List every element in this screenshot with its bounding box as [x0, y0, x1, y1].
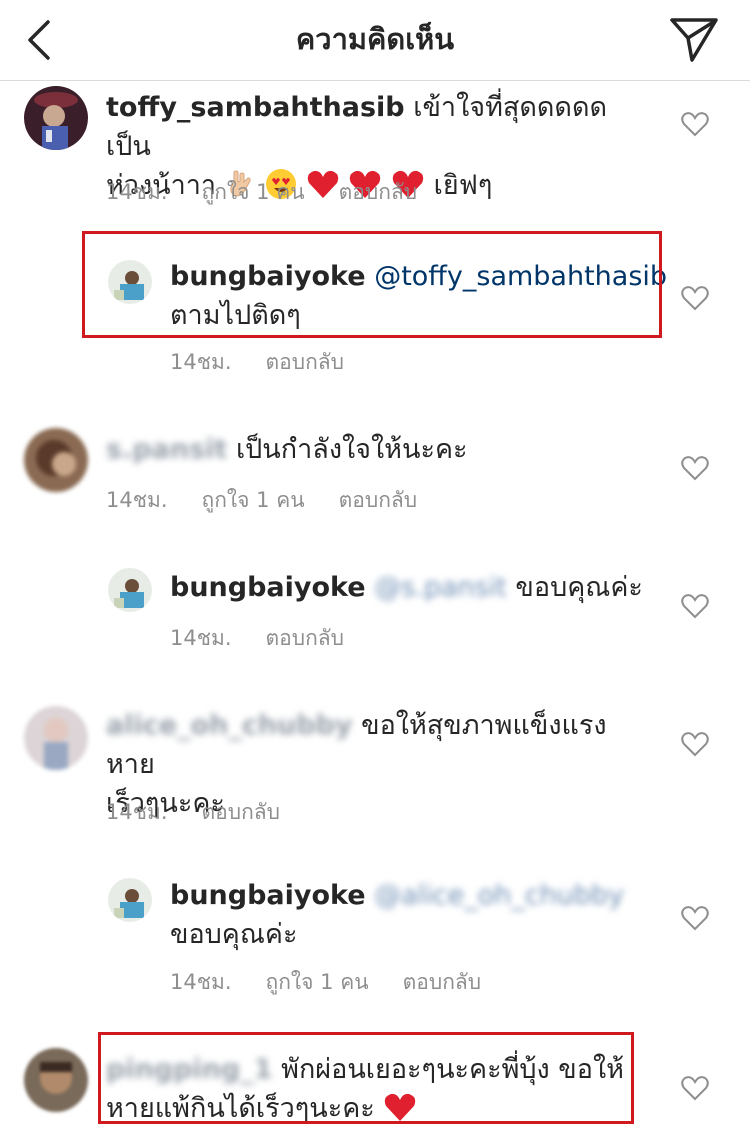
- likes-count[interactable]: ถูกใจ 1 คน: [202, 488, 305, 512]
- comment-text: s.pansit เป็นกำลังใจให้นะคะ: [106, 430, 636, 469]
- reply-button[interactable]: ตอบกลับ: [202, 800, 281, 824]
- avatar[interactable]: [24, 706, 88, 770]
- highlight-box: [82, 231, 662, 338]
- comment-time: 14ชม.: [106, 800, 168, 824]
- comment-body: เป็นกำลังใจให้นะคะ: [235, 434, 468, 465]
- comment-time: 14ชม.: [170, 970, 232, 994]
- reply-button[interactable]: ตอบกลับ: [403, 970, 482, 994]
- comment-username[interactable]: toffy_sambahthasib: [106, 92, 405, 123]
- comment-username[interactable]: bungbaiyoke: [170, 572, 366, 603]
- comment-username[interactable]: alice_oh_chubby: [106, 710, 353, 741]
- mention-link[interactable]: @s.pansit: [374, 572, 507, 603]
- reply-button[interactable]: ตอบกลับ: [339, 488, 418, 512]
- comment-time: 14ชม.: [170, 350, 232, 374]
- comment-text: bungbaiyoke @alice_oh_chubby ขอบคุณค่ะ: [170, 876, 670, 954]
- comment-body: ขอบคุณค่ะ: [515, 572, 643, 603]
- comment-time: 14ชม.: [106, 180, 168, 204]
- likes-count[interactable]: ถูกใจ 1 คน: [266, 970, 369, 994]
- comment-text: bungbaiyoke @s.pansit ขอบคุณค่ะ: [170, 568, 670, 607]
- comment-meta: 14ชม. ตอบกลับ: [106, 796, 314, 829]
- avatar[interactable]: [108, 568, 152, 612]
- comment-meta: 14ชม. ตอบกลับ: [170, 346, 378, 379]
- heart-outline-icon[interactable]: [680, 454, 710, 482]
- comment-time: 14ชม.: [106, 488, 168, 512]
- heart-outline-icon[interactable]: [680, 284, 710, 312]
- top-bar: ความคิดเห็น: [0, 0, 750, 81]
- avatar[interactable]: [24, 1048, 88, 1112]
- heart-outline-icon[interactable]: [680, 110, 710, 138]
- comment-username[interactable]: s.pansit: [106, 434, 227, 465]
- avatar[interactable]: [24, 428, 88, 492]
- comment-body: ขอบคุณค่ะ: [170, 919, 298, 950]
- heart-outline-icon[interactable]: [680, 904, 710, 932]
- mention-link[interactable]: @alice_oh_chubby: [374, 880, 624, 911]
- reply-button[interactable]: ตอบกลับ: [339, 180, 418, 204]
- comment-meta: 14ชม. ถูกใจ 1 คน ตอบกลับ: [170, 966, 515, 999]
- comment-meta: 14ชม. ถูกใจ 1 คน ตอบกลับ: [106, 176, 451, 209]
- avatar[interactable]: [24, 86, 88, 150]
- heart-outline-icon[interactable]: [680, 730, 710, 758]
- comment-username[interactable]: bungbaiyoke: [170, 880, 366, 911]
- direct-send-icon[interactable]: [668, 14, 720, 64]
- page-title: ความคิดเห็น: [295, 22, 455, 56]
- comment-time: 14ชม.: [170, 626, 232, 650]
- comment-meta: 14ชม. ถูกใจ 1 คน ตอบกลับ: [106, 484, 451, 517]
- comment-meta: 14ชม. ตอบกลับ: [170, 622, 378, 655]
- reply-button[interactable]: ตอบกลับ: [266, 626, 345, 650]
- likes-count[interactable]: ถูกใจ 1 คน: [202, 180, 305, 204]
- heart-outline-icon[interactable]: [680, 1074, 710, 1102]
- avatar[interactable]: [108, 878, 152, 922]
- highlight-box: [98, 1032, 634, 1124]
- reply-button[interactable]: ตอบกลับ: [266, 350, 345, 374]
- heart-outline-icon[interactable]: [680, 592, 710, 620]
